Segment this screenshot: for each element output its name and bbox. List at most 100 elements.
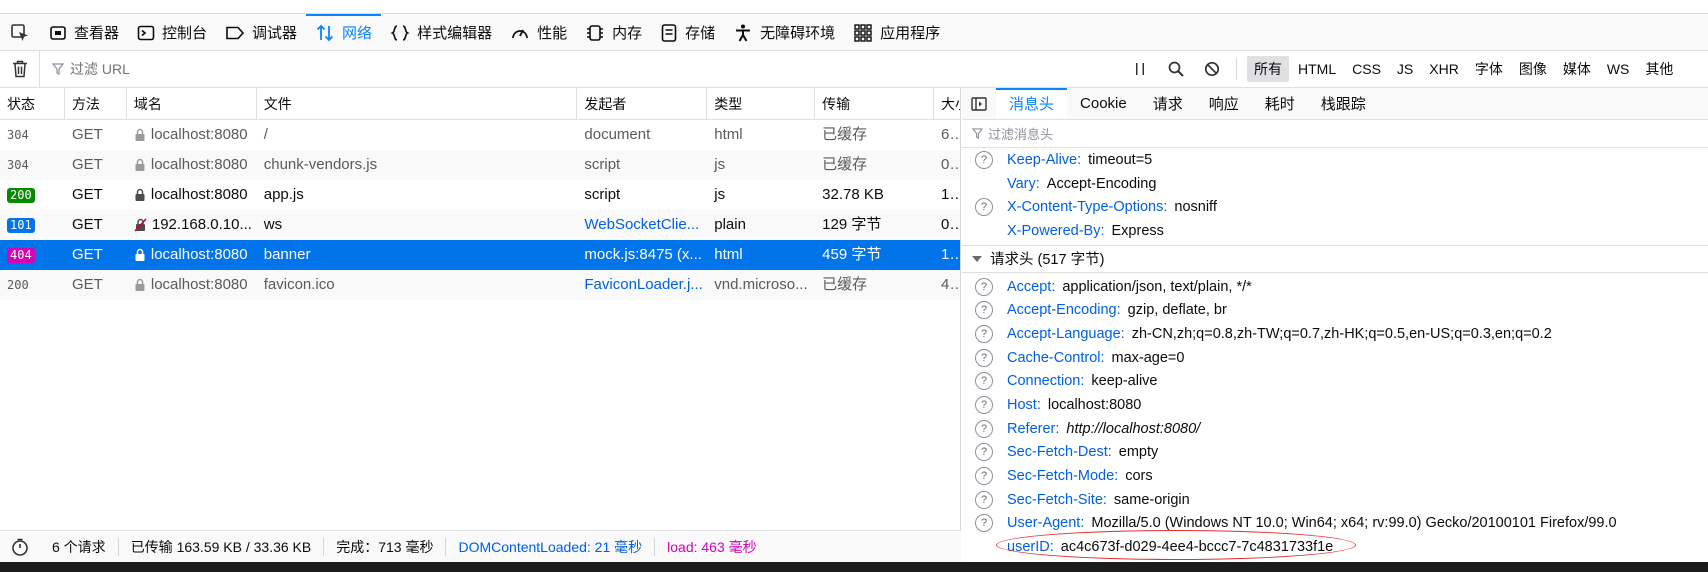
header-name: Referer: — [1007, 420, 1060, 437]
help-icon[interactable]: ? — [975, 348, 993, 367]
type-filter-button[interactable]: 其他 — [1638, 56, 1680, 82]
type-cell: plain — [714, 216, 746, 233]
tab-label: 控制台 — [162, 25, 208, 42]
element-picker-button[interactable] — [0, 15, 40, 50]
tab-storage[interactable]: 存储 — [651, 15, 724, 50]
help-icon[interactable]: ? — [975, 150, 993, 169]
window-top-strip — [0, 0, 1708, 14]
dom-content-loaded-time: DOMContentLoaded: 21 毫秒 — [446, 537, 656, 556]
table-row[interactable]: 304 GET localhost:8080 chunk-vendors.js scri… — [0, 150, 960, 180]
type-cell: js — [714, 186, 726, 203]
column-header-method[interactable]: 方法 — [65, 88, 127, 120]
tab-debugger[interactable]: 调试器 — [216, 15, 306, 50]
header-value: cors — [1125, 468, 1153, 485]
type-filter-button[interactable]: 媒体 — [1556, 56, 1598, 82]
domain-text: localhost:8080 — [150, 276, 248, 293]
help-icon[interactable]: ? — [975, 198, 993, 217]
help-icon[interactable]: ? — [975, 514, 993, 533]
tab-performance[interactable]: 性能 — [501, 15, 576, 50]
type-filter-button[interactable]: WS — [1600, 58, 1637, 80]
header-row: userID: ac4c673f-d029-4ee4-bccc7-7c483173… — [962, 530, 1708, 561]
tab-accessibility[interactable]: 无障碍环境 — [724, 15, 844, 50]
domain-text: localhost:8080 — [150, 246, 248, 263]
column-header-type[interactable]: 类型 — [707, 88, 816, 120]
header-value: http://localhost:8080/ — [1066, 420, 1201, 437]
size-cell: 0 字 — [941, 216, 960, 233]
column-header-transfer[interactable]: 传输 — [815, 88, 935, 120]
tab-memory[interactable]: 内存 — [576, 15, 651, 50]
type-filter-button[interactable]: HTML — [1291, 58, 1343, 80]
pause-button[interactable] — [1122, 51, 1158, 87]
initiator-cell: script — [584, 186, 621, 203]
header-name: Accept-Encoding: — [1007, 302, 1121, 319]
tab-console[interactable]: 控制台 — [128, 15, 216, 50]
table-row[interactable]: 200 GET localhost:8080 favicon.ico FaviconLo… — [0, 270, 960, 300]
tab-network[interactable]: 网络 — [306, 14, 382, 50]
tab-label: 存储 — [685, 25, 716, 42]
tab-style-editor[interactable]: 样式编辑器 — [381, 15, 501, 50]
column-header-domain[interactable]: 域名 — [127, 88, 257, 120]
help-icon[interactable]: ? — [975, 490, 993, 509]
block-requests-button[interactable] — [1194, 51, 1230, 87]
header-row: ? X-Content-Type-Options: nosniff — [962, 195, 1708, 219]
details-tab[interactable]: 耗时 — [1252, 88, 1308, 119]
request-headers-section[interactable]: 请求头 (517 字节) — [962, 244, 1708, 273]
toggle-sidebar-button[interactable] — [962, 88, 996, 119]
type-filter-button[interactable]: CSS — [1345, 58, 1388, 80]
clear-requests-button[interactable] — [0, 51, 40, 87]
transfer-cell: 32.78 KB — [822, 186, 884, 203]
tab-application[interactable]: 应用程序 — [844, 15, 949, 50]
tab-label: 网络 — [342, 25, 373, 42]
url-filter-input[interactable]: 过滤 URL — [40, 59, 1122, 79]
table-row[interactable]: 101 GET 192.168.0.10... ws WebSocketClie... p… — [0, 210, 960, 240]
type-filter-button[interactable]: XHR — [1422, 58, 1466, 80]
initiator-cell[interactable]: mock.js:8475 (x... — [577, 240, 707, 270]
initiator-cell[interactable]: FaviconLoader.j... — [577, 270, 707, 300]
details-tab[interactable]: 消息头 — [996, 88, 1068, 119]
table-row[interactable]: 200 GET localhost:8080 app.js script js 32.78 … — [0, 180, 960, 210]
header-filter-input[interactable]: 过滤消息头 — [962, 120, 1708, 148]
tab-inspector[interactable]: 查看器 — [40, 15, 128, 50]
help-icon[interactable]: ? — [975, 419, 993, 438]
help-icon[interactable]: ? — [975, 396, 993, 415]
details-tab[interactable]: 栈跟踪 — [1308, 88, 1379, 119]
column-header-status[interactable]: 状态 — [0, 88, 65, 120]
memory-icon — [585, 23, 605, 43]
tab-label: 调试器 — [252, 25, 298, 42]
column-header-size[interactable]: 大小 — [934, 88, 960, 120]
header-name: Sec-Fetch-Site: — [1007, 491, 1107, 508]
performance-analysis-button[interactable] — [0, 538, 40, 556]
help-icon[interactable]: ? — [975, 277, 993, 296]
type-filter-button[interactable]: JS — [1390, 58, 1420, 80]
network-icon — [315, 23, 335, 43]
header-row: ? Accept: application/json, text/plain, */… — [962, 275, 1708, 299]
help-icon[interactable]: ? — [975, 324, 993, 343]
header-name: Keep-Alive: — [1007, 151, 1082, 168]
size-cell: 158 — [941, 186, 960, 203]
size-cell: 0 字 — [941, 156, 960, 173]
search-button[interactable] — [1158, 51, 1194, 87]
type-cell: vnd.microso... — [714, 276, 808, 293]
details-tab[interactable]: 响应 — [1196, 88, 1252, 119]
help-icon[interactable]: ? — [975, 301, 993, 320]
table-row[interactable]: 304 GET localhost:8080 / document html 已缓存 631 — [0, 120, 960, 150]
status-badge: 404 — [7, 247, 35, 263]
request-list: 304GETlocalhost:8080/documenthtml已缓存6313… — [0, 120, 960, 300]
header-value: application/json, text/plain, */* — [1062, 278, 1252, 295]
header-value: gzip, deflate, br — [1127, 302, 1227, 319]
console-icon — [137, 24, 155, 42]
type-filter-button[interactable]: 字体 — [1468, 56, 1510, 82]
column-header-file[interactable]: 文件 — [257, 88, 578, 120]
header-row: ? Accept-Encoding: gzip, deflate, br — [962, 298, 1708, 322]
column-header-initiator[interactable]: 发起者 — [577, 88, 708, 120]
type-filter-button[interactable]: 图像 — [1512, 56, 1554, 82]
type-filter-button[interactable]: 所有 — [1247, 56, 1289, 82]
table-row[interactable]: 404 GET localhost:8080 banner mock.js:8475 (… — [0, 240, 960, 270]
details-tab[interactable]: 请求 — [1140, 88, 1196, 119]
help-icon[interactable]: ? — [975, 372, 993, 391]
initiator-cell[interactable]: WebSocketClie... — [577, 210, 707, 240]
details-tab[interactable]: Cookie — [1067, 88, 1140, 119]
help-icon[interactable]: ? — [975, 467, 993, 486]
search-icon — [1168, 61, 1184, 77]
help-icon[interactable]: ? — [975, 443, 993, 462]
